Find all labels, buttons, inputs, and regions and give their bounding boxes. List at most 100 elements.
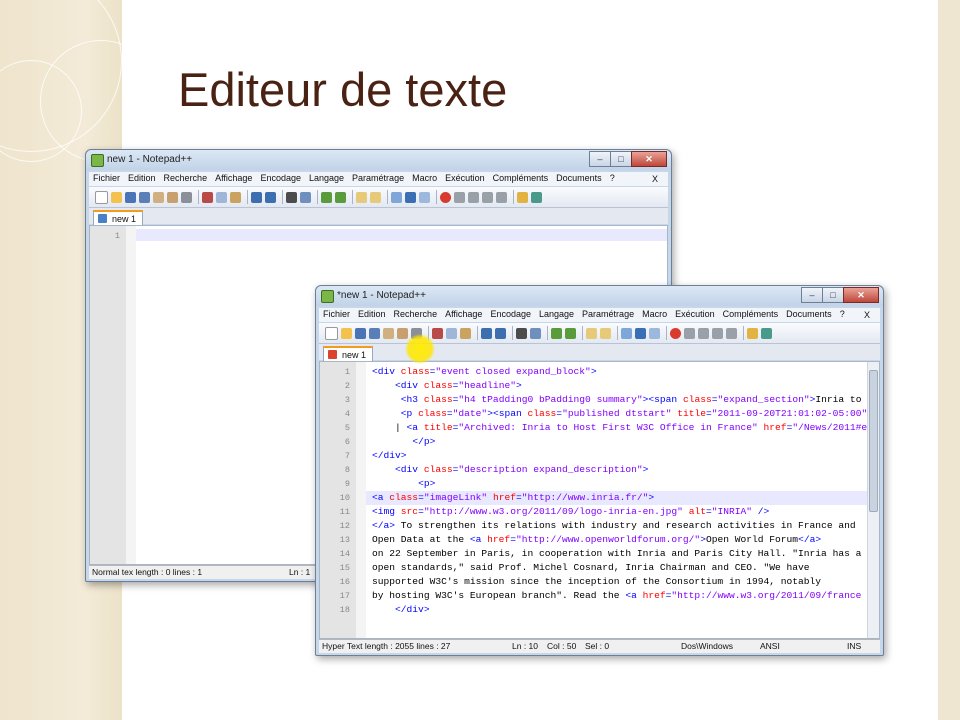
open-file-icon[interactable] (111, 191, 122, 203)
menu-bar: Fichier Edition Recherche Affichage Encodage… (89, 172, 668, 186)
title-bar[interactable]: *new 1 - Notepad++ – □ ✕ (316, 286, 883, 306)
sync-vertical-icon[interactable] (586, 327, 597, 339)
save-all-icon[interactable] (139, 191, 150, 203)
run-macro-multiple-icon[interactable] (712, 327, 723, 339)
save-all-icon[interactable] (369, 327, 380, 339)
paste-icon[interactable] (460, 327, 471, 339)
menu-recherche[interactable]: Recherche (390, 308, 442, 319)
text-editor[interactable]: 1 2 3 4 5 6 7 8 9 10 11 12 13 14 15 16 17 18 <div class="… (319, 361, 880, 639)
zoom-in-icon[interactable] (321, 191, 332, 203)
close-all-icon[interactable] (397, 327, 408, 339)
menu-help[interactable]: ? (836, 308, 849, 319)
open-file-icon[interactable] (341, 327, 352, 339)
cursor-highlight (405, 334, 435, 364)
close-all-icon[interactable] (167, 191, 178, 203)
record-macro-icon[interactable] (670, 327, 681, 339)
menu-fichier[interactable]: Fichier (89, 172, 124, 183)
current-line-highlight (136, 229, 667, 241)
stop-macro-icon[interactable] (454, 191, 465, 203)
tab-new-1[interactable]: new 1 (93, 210, 144, 226)
run-icon[interactable] (517, 191, 528, 203)
play-macro-icon[interactable] (698, 327, 709, 339)
spell-check-icon[interactable] (531, 191, 542, 203)
copy-icon[interactable] (446, 327, 457, 339)
menu-recherche[interactable]: Recherche (160, 172, 212, 183)
replace-icon[interactable] (300, 191, 311, 203)
menu-langage[interactable]: Langage (535, 308, 578, 319)
print-icon[interactable] (181, 191, 192, 203)
maximize-button[interactable]: □ (822, 287, 844, 303)
indent-guide-icon[interactable] (649, 327, 660, 339)
word-wrap-icon[interactable] (391, 191, 402, 203)
close-button[interactable]: ✕ (843, 287, 879, 303)
menu-edition[interactable]: Edition (354, 308, 390, 319)
spell-check-icon[interactable] (761, 327, 772, 339)
scrollbar-thumb[interactable] (869, 370, 878, 512)
close-button[interactable]: ✕ (631, 151, 667, 167)
replace-icon[interactable] (530, 327, 541, 339)
menu-macro[interactable]: Macro (408, 172, 441, 183)
undo-icon[interactable] (251, 191, 262, 203)
close-file-icon[interactable] (153, 191, 164, 203)
menu-complements[interactable]: Compléments (719, 308, 783, 319)
menu-execution[interactable]: Exécution (441, 172, 489, 183)
find-icon[interactable] (516, 327, 527, 339)
sync-vertical-icon[interactable] (356, 191, 367, 203)
menu-affichage[interactable]: Affichage (441, 308, 486, 319)
menu-execution[interactable]: Exécution (671, 308, 719, 319)
menu-encodage[interactable]: Encodage (256, 172, 305, 183)
run-macro-multiple-icon[interactable] (482, 191, 493, 203)
record-macro-icon[interactable] (440, 191, 451, 203)
redo-icon[interactable] (265, 191, 276, 203)
zoom-out-icon[interactable] (335, 191, 346, 203)
maximize-button[interactable]: □ (610, 151, 632, 167)
redo-icon[interactable] (495, 327, 506, 339)
document-close-button[interactable]: X (860, 309, 874, 320)
zoom-in-icon[interactable] (551, 327, 562, 339)
show-all-chars-icon[interactable] (405, 191, 416, 203)
title-bar[interactable]: new 1 - Notepad++ – □ ✕ (86, 150, 671, 170)
status-column: Col : 50 (547, 641, 577, 651)
vertical-scrollbar[interactable] (867, 362, 879, 638)
cut-icon[interactable] (432, 327, 443, 339)
play-macro-icon[interactable] (468, 191, 479, 203)
document-close-button[interactable]: X (648, 173, 662, 184)
find-icon[interactable] (286, 191, 297, 203)
menu-langage[interactable]: Langage (305, 172, 348, 183)
minimize-button[interactable]: – (589, 151, 611, 167)
paste-icon[interactable] (230, 191, 241, 203)
notepad-window-front[interactable]: *new 1 - Notepad++ – □ ✕ Fichier Edition R… (315, 285, 884, 656)
menu-documents[interactable]: Documents (552, 172, 606, 183)
sync-horizontal-icon[interactable] (600, 327, 611, 339)
menu-fichier[interactable]: Fichier (319, 308, 354, 319)
menu-encodage[interactable]: Encodage (486, 308, 535, 319)
close-file-icon[interactable] (383, 327, 394, 339)
sync-horizontal-icon[interactable] (370, 191, 381, 203)
copy-icon[interactable] (216, 191, 227, 203)
save-icon[interactable] (355, 327, 366, 339)
save-icon[interactable] (125, 191, 136, 203)
menu-edition[interactable]: Edition (124, 172, 160, 183)
word-wrap-icon[interactable] (621, 327, 632, 339)
save-macro-icon[interactable] (496, 191, 507, 203)
indent-guide-icon[interactable] (419, 191, 430, 203)
menu-parametrage[interactable]: Paramétrage (578, 308, 638, 319)
menu-documents[interactable]: Documents (782, 308, 836, 319)
menu-parametrage[interactable]: Paramétrage (348, 172, 408, 183)
cut-icon[interactable] (202, 191, 213, 203)
tab-new-1[interactable]: new 1 (323, 346, 374, 362)
new-file-icon[interactable] (325, 326, 338, 340)
minimize-button[interactable]: – (801, 287, 823, 303)
line-number: 2 (344, 381, 350, 391)
menu-affichage[interactable]: Affichage (211, 172, 256, 183)
menu-complements[interactable]: Compléments (489, 172, 553, 183)
menu-help[interactable]: ? (606, 172, 619, 183)
stop-macro-icon[interactable] (684, 327, 695, 339)
menu-macro[interactable]: Macro (638, 308, 671, 319)
show-all-chars-icon[interactable] (635, 327, 646, 339)
new-file-icon[interactable] (95, 190, 108, 204)
zoom-out-icon[interactable] (565, 327, 576, 339)
undo-icon[interactable] (481, 327, 492, 339)
save-macro-icon[interactable] (726, 327, 737, 339)
run-icon[interactable] (747, 327, 758, 339)
